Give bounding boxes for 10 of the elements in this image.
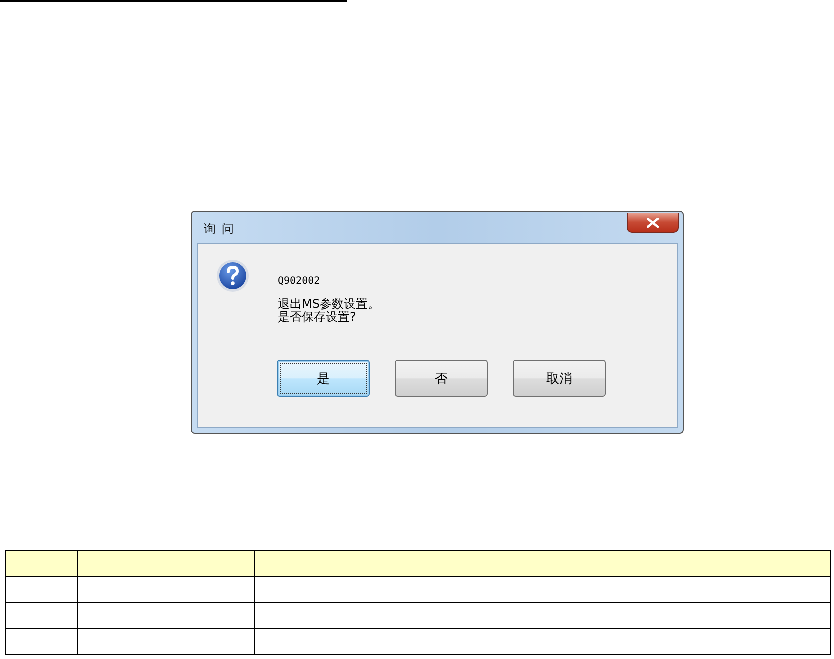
dialog-button[interactable]: 取消 (513, 360, 606, 397)
dialog-button[interactable]: 否 (395, 360, 488, 397)
message-text: 是否保存设置? (278, 311, 356, 324)
close-icon (647, 218, 659, 228)
dialog-button[interactable]: 是 (277, 360, 370, 397)
message-code: Q902002 (278, 276, 322, 287)
close-button[interactable] (627, 213, 679, 233)
question-icon (216, 259, 250, 293)
window-title: 询 问 (204, 221, 235, 238)
message-text: 退出MS参数设置。 (278, 298, 380, 311)
